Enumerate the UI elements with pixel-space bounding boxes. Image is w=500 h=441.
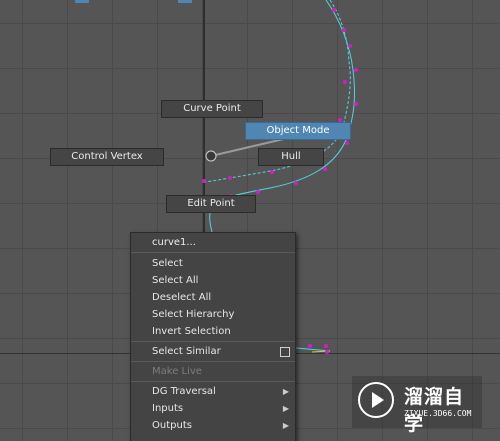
cv-point (348, 44, 352, 48)
submenu-arrow-icon: ▶ (282, 404, 289, 413)
menu-item-select-hierarchy[interactable]: Select Hierarchy (131, 306, 295, 323)
cv-point (294, 181, 298, 185)
menu-item-dg-traversal[interactable]: DG Traversal ▶ (131, 383, 295, 400)
menu-item-select-similar[interactable]: Select Similar (131, 343, 295, 360)
viewport-panel[interactable]: Curve Point Object Mode Control Vertex H… (0, 0, 500, 441)
play-icon (358, 382, 394, 418)
menu-item-outputs-label: Outputs (152, 420, 192, 431)
cv-point (343, 80, 347, 84)
context-menu: curve1... Select Select All Deselect All… (130, 232, 296, 441)
menu-item-deselect-all[interactable]: Deselect All (131, 289, 295, 306)
menu-item-invert-selection[interactable]: Invert Selection (131, 323, 295, 340)
watermark: 溜溜自学 ZIXUE.3D66.COM (352, 376, 482, 435)
watermark-subtitle: ZIXUE.3D66.COM (404, 409, 472, 418)
context-menu-title: curve1... (131, 233, 295, 253)
cv-point (332, 8, 336, 12)
option-box-icon[interactable] (280, 347, 290, 357)
marking-menu-edit-point[interactable]: Edit Point (166, 195, 256, 213)
curve-tail (295, 347, 331, 352)
submenu-arrow-icon: ▶ (282, 421, 289, 430)
menu-item-select[interactable]: Select (131, 255, 295, 272)
menu-item-inputs[interactable]: Inputs ▶ (131, 400, 295, 417)
cv-point (345, 141, 349, 145)
menu-separator (131, 381, 295, 382)
menu-item-make-live: Make Live (152, 366, 202, 377)
cv-point (202, 179, 206, 183)
marking-menu-curve-point[interactable]: Curve Point (161, 100, 263, 118)
cv-point (228, 176, 232, 180)
menu-item-dg-traversal-label: DG Traversal (152, 386, 216, 397)
cv-point (325, 350, 329, 354)
menu-item-select-similar-label: Select Similar (152, 346, 221, 357)
cv-point (354, 102, 358, 106)
menu-separator (131, 361, 295, 362)
menu-item-outputs[interactable]: Outputs ▶ (131, 417, 295, 434)
menu-separator (131, 341, 295, 342)
menu-item-select-all[interactable]: Select All (131, 272, 295, 289)
marking-menu-center (205, 150, 217, 162)
cv-point (324, 344, 328, 348)
marking-menu-hull[interactable]: Hull (258, 148, 324, 166)
cv-point (323, 167, 327, 171)
cv-point (308, 344, 312, 348)
menu-item-inputs-label: Inputs (152, 403, 184, 414)
cv-point (270, 170, 274, 174)
marking-menu-object-mode[interactable]: Object Mode (245, 122, 351, 140)
cv-point (342, 28, 346, 32)
cv-point (354, 68, 358, 72)
submenu-arrow-icon: ▶ (282, 387, 289, 396)
marking-menu-control-vertex[interactable]: Control Vertex (50, 148, 164, 166)
cv-point (256, 190, 260, 194)
